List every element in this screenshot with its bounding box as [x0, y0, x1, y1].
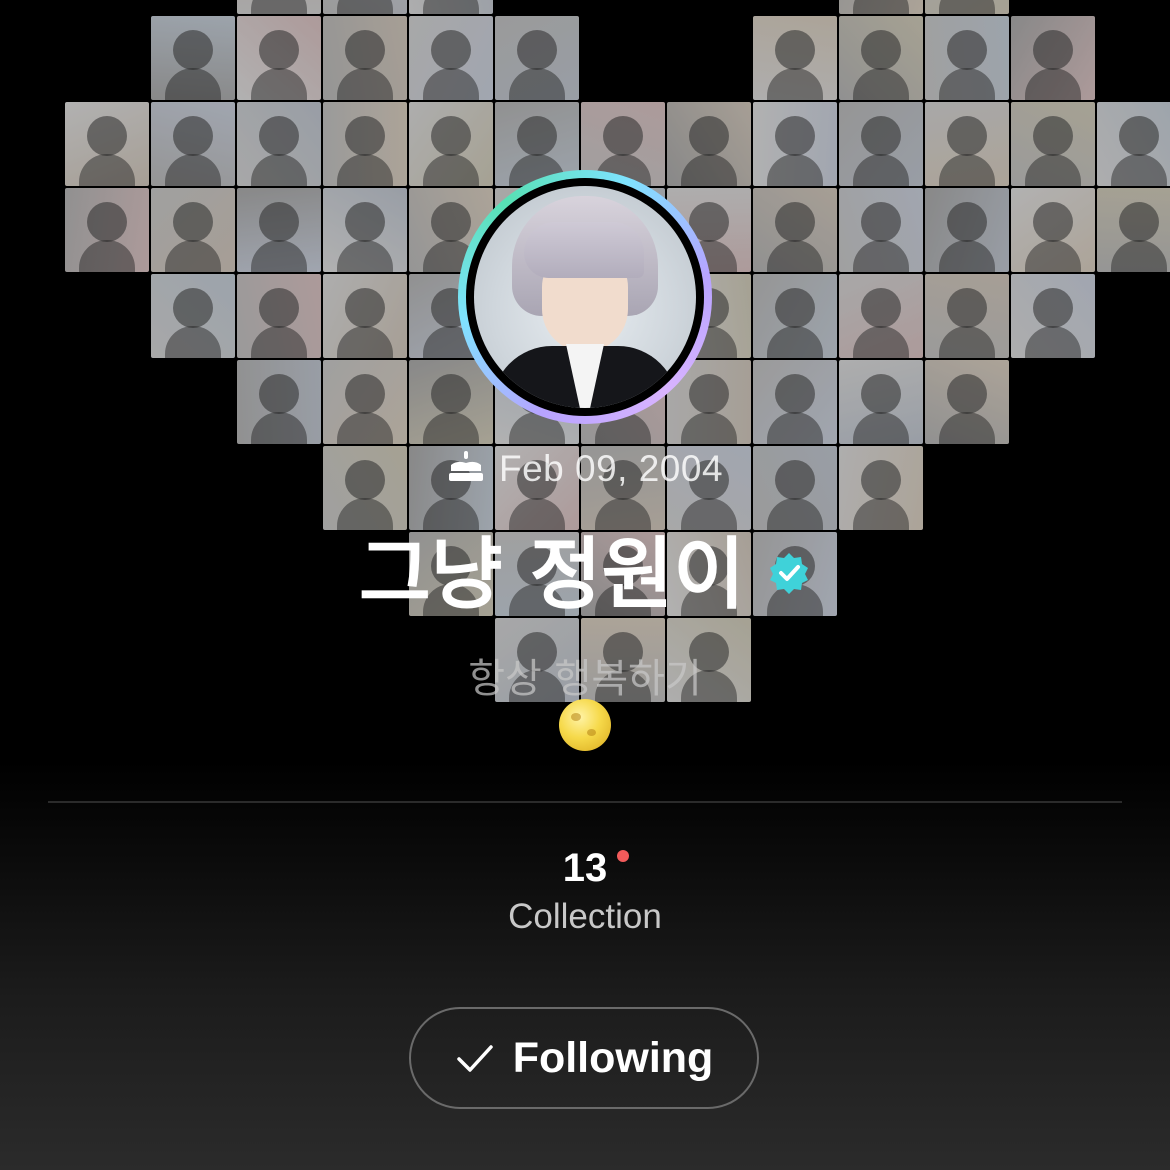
fan-art-tile	[753, 360, 837, 444]
fan-art-tile	[323, 0, 407, 14]
profile-avatar[interactable]	[458, 170, 712, 424]
fan-art-tile	[237, 102, 321, 186]
fan-art-tile	[667, 102, 751, 186]
collection-count: 13	[562, 846, 608, 890]
verified-badge-icon	[767, 524, 811, 594]
fan-art-tile	[839, 0, 923, 14]
fan-art-tile	[1011, 16, 1095, 100]
fan-art-tile	[323, 360, 407, 444]
fan-art-tile	[237, 16, 321, 100]
fan-art-tile	[237, 274, 321, 358]
fan-art-tile	[753, 188, 837, 272]
fan-art-tile	[237, 188, 321, 272]
fan-art-tile	[753, 16, 837, 100]
fan-art-tile	[1011, 274, 1095, 358]
fan-art-tile	[925, 188, 1009, 272]
fan-art-tile	[65, 102, 149, 186]
profile-name: 그냥 정원이	[359, 530, 745, 620]
following-label: Following	[512, 1033, 714, 1082]
fan-art-tile	[65, 188, 149, 272]
fan-art-tile	[409, 16, 493, 100]
birthday-cake-icon	[447, 449, 485, 485]
fan-art-tile	[151, 274, 235, 358]
fan-art-tile	[323, 274, 407, 358]
fan-art-tile	[925, 274, 1009, 358]
fan-art-tile	[1097, 188, 1170, 272]
fan-art-tile	[409, 0, 493, 14]
fan-art-tile	[925, 102, 1009, 186]
fan-art-tile	[839, 360, 923, 444]
fan-art-tile	[151, 102, 235, 186]
fan-art-tile	[495, 16, 579, 100]
fan-art-tile	[839, 16, 923, 100]
fan-art-tile	[323, 16, 407, 100]
fan-art-tile	[753, 102, 837, 186]
fan-art-tile	[839, 188, 923, 272]
fan-art-tile	[839, 102, 923, 186]
profile-name-row: 그냥 정원이	[0, 512, 1170, 624]
fan-art-tile	[409, 360, 493, 444]
profile-screen: Feb 09, 2004 그냥 정원이 항상 행복하기 13 Collectio…	[0, 0, 1170, 1170]
avatar-photo	[474, 186, 696, 408]
fan-art-tile	[839, 274, 923, 358]
section-divider	[48, 801, 1122, 803]
fan-art-tile	[925, 0, 1009, 14]
new-indicator-dot	[617, 850, 630, 862]
fan-art-tile	[409, 102, 493, 186]
fan-art-tile	[1011, 188, 1095, 272]
fan-art-tile	[237, 360, 321, 444]
fan-art-tile	[925, 16, 1009, 100]
fan-art-tile	[151, 16, 235, 100]
collection-label: Collection	[508, 897, 662, 936]
fan-art-tile	[151, 188, 235, 272]
profile-bio: 항상 행복하기	[468, 656, 702, 702]
collection-count-wrap: 13	[562, 846, 630, 891]
fan-art-tile	[323, 102, 407, 186]
fan-art-tile	[237, 0, 321, 14]
fan-art-tile	[1011, 102, 1095, 186]
fan-art-tile	[1097, 102, 1170, 186]
collection-stat[interactable]: 13 Collection	[0, 846, 1170, 937]
fan-art-tile	[323, 188, 407, 272]
birthday-text: Feb 09, 2004	[498, 448, 724, 489]
fan-art-tile	[753, 274, 837, 358]
fan-art-tile	[925, 360, 1009, 444]
checkmark-icon	[455, 1038, 495, 1078]
full-moon-icon	[559, 699, 611, 751]
following-button[interactable]: Following	[409, 1007, 759, 1109]
birthday-row: Feb 09, 2004	[0, 448, 1170, 490]
